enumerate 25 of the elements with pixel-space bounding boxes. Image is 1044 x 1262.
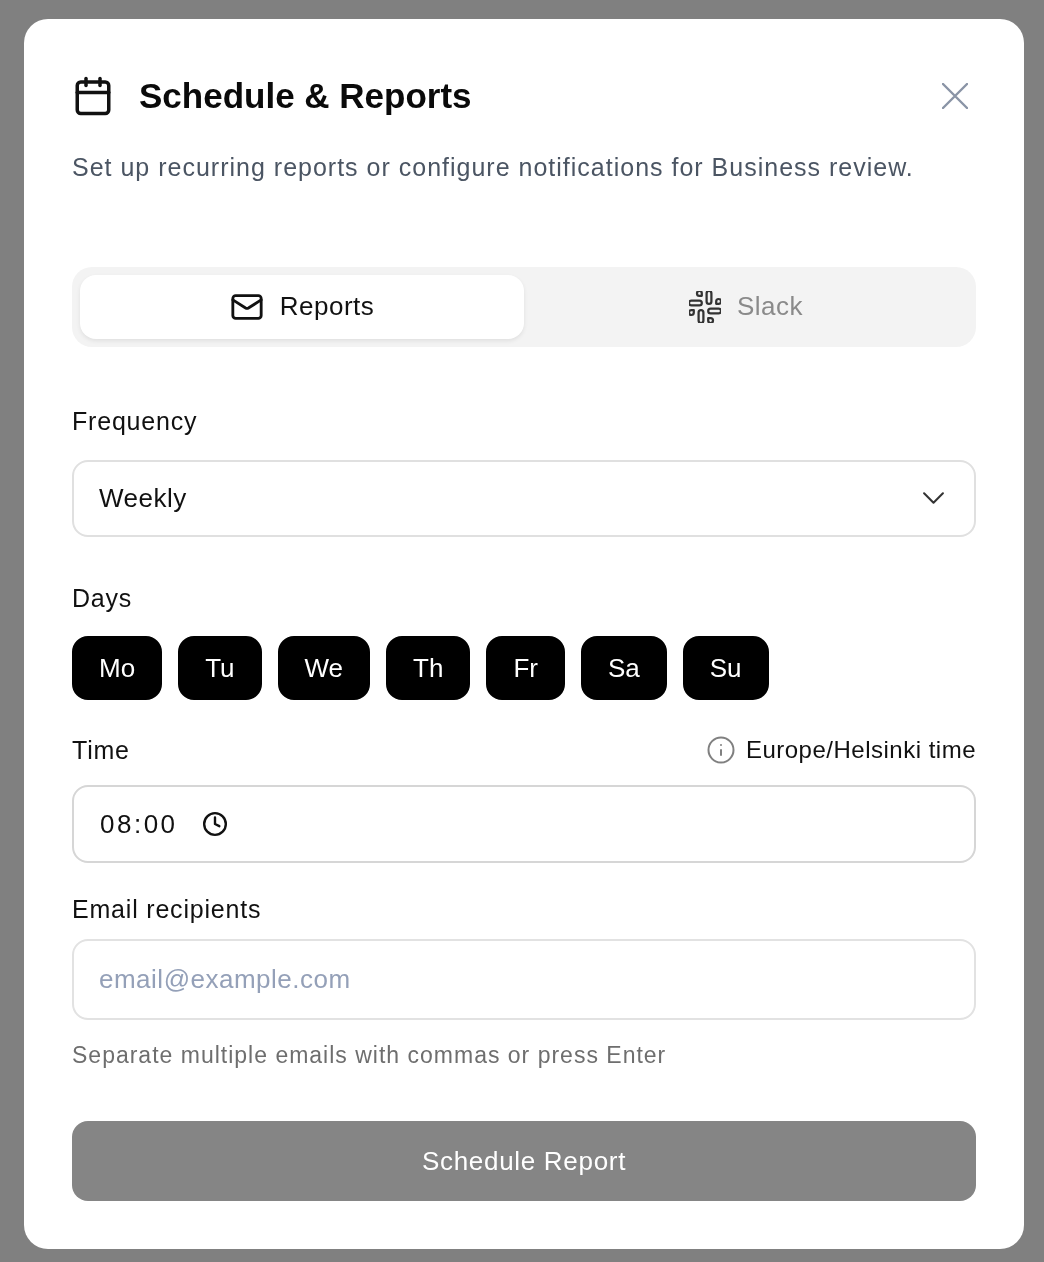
dialog-title: Schedule & Reports [139, 76, 472, 116]
email-field[interactable]: email@example.com [72, 938, 976, 1021]
day-toggle[interactable]: Mo [72, 636, 163, 701]
day-toggle[interactable]: Sa [580, 636, 667, 701]
close-icon [942, 83, 968, 109]
email-label: Email recipients [72, 893, 263, 924]
day-toggle[interactable]: Su [682, 636, 769, 701]
time-field[interactable]: 08:00 [72, 785, 976, 863]
info-icon [705, 735, 736, 766]
email-hint: Separate multiple emails with commas or press Enter [72, 1041, 668, 1070]
calendar-icon [72, 75, 114, 117]
frequency-label: Frequency [72, 405, 199, 436]
day-toggle[interactable]: Th [386, 636, 471, 701]
days-label: Days [72, 583, 134, 614]
day-toggle[interactable]: We [277, 636, 371, 701]
dialog-description: Set up recurring reports or configure notifications for Business review. [72, 152, 915, 183]
clock-icon[interactable] [201, 811, 228, 838]
time-label: Time [72, 735, 130, 766]
frequency-select[interactable]: Weekly [72, 459, 976, 538]
day-toggle[interactable]: Tu [178, 636, 262, 701]
timezone-note: Europe/Helsinki time [745, 735, 976, 766]
slack-icon [688, 290, 721, 323]
tab[interactable]: Reports [80, 275, 524, 339]
chevron-down-icon [923, 492, 944, 505]
day-toggle[interactable]: Fr [486, 636, 565, 701]
